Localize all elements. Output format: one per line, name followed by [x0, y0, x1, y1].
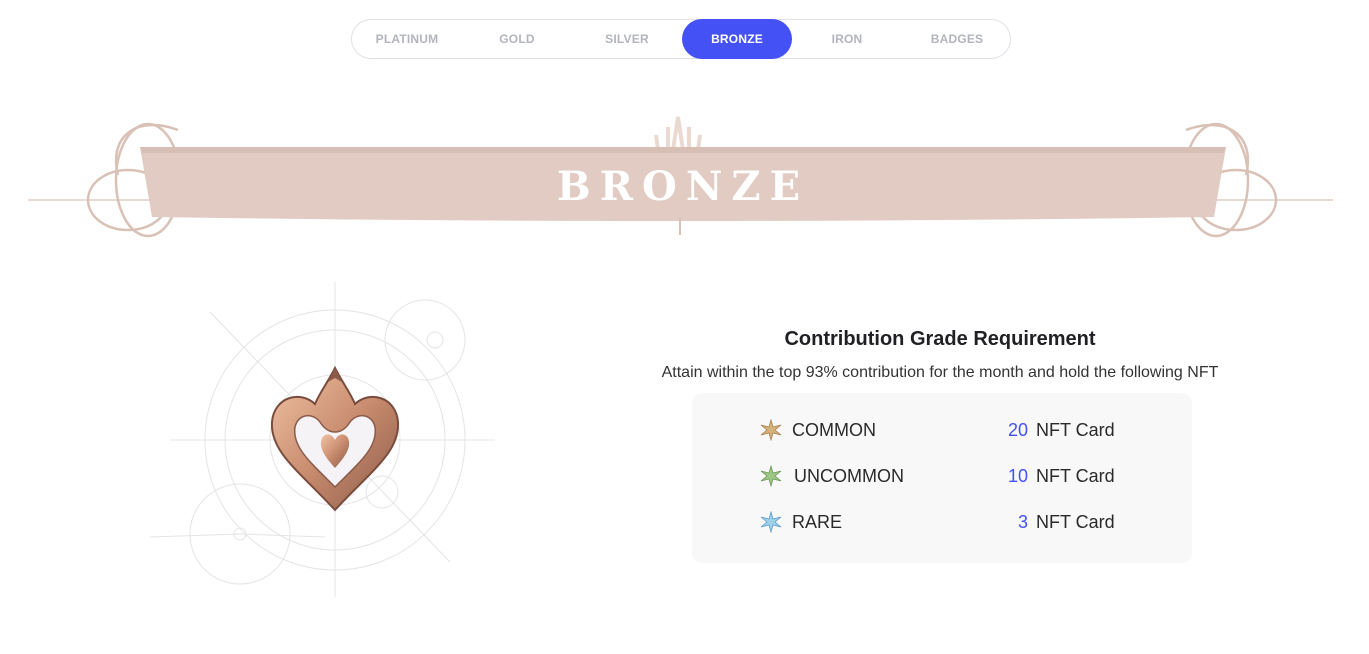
unit-label: NFT Card	[1036, 466, 1115, 486]
bronze-heart-emblem-icon	[149, 282, 495, 597]
bronze-emblem	[149, 282, 500, 597]
star-gem-blue-icon	[760, 511, 782, 533]
tab-gold[interactable]: GOLD	[462, 20, 572, 58]
requirement-title: Contribution Grade Requirement	[784, 328, 1096, 350]
quantity-value: 10	[1007, 466, 1028, 486]
rarity-label: RARE	[792, 512, 843, 532]
tab-silver[interactable]: SILVER	[572, 20, 682, 58]
tab-iron[interactable]: IRON	[792, 20, 902, 58]
grade-tab-bar: PLATINUM GOLD SILVER BRONZE IRON BADGES	[351, 19, 1011, 59]
star-gem-gold-icon	[760, 419, 782, 441]
rarity-label: COMMON	[792, 420, 876, 440]
unit-label: NFT Card	[1036, 420, 1115, 440]
tab-bronze[interactable]: BRONZE	[682, 19, 792, 59]
requirement-list: COMMON 20 NFT Card UNCOMMON 10 NFT Card …	[692, 393, 1192, 563]
grade-banner: BRONZE	[28, 105, 1338, 245]
rarity-label: UNCOMMON	[794, 466, 904, 486]
list-item: COMMON 20 NFT Card	[692, 415, 1192, 445]
star-gem-green-icon	[760, 465, 782, 487]
tab-platinum[interactable]: PLATINUM	[352, 20, 462, 58]
quantity-value: 3	[1017, 512, 1028, 532]
quantity-value: 20	[1007, 420, 1028, 440]
list-item: UNCOMMON 10 NFT Card	[692, 461, 1192, 491]
tab-badges[interactable]: BADGES	[902, 20, 1012, 58]
unit-label: NFT Card	[1036, 512, 1115, 532]
requirement-subtitle: Attain within the top 93% contribution f…	[661, 364, 1219, 381]
list-item: RARE 3 NFT Card	[692, 507, 1192, 537]
banner-title: BRONZE	[556, 163, 810, 210]
